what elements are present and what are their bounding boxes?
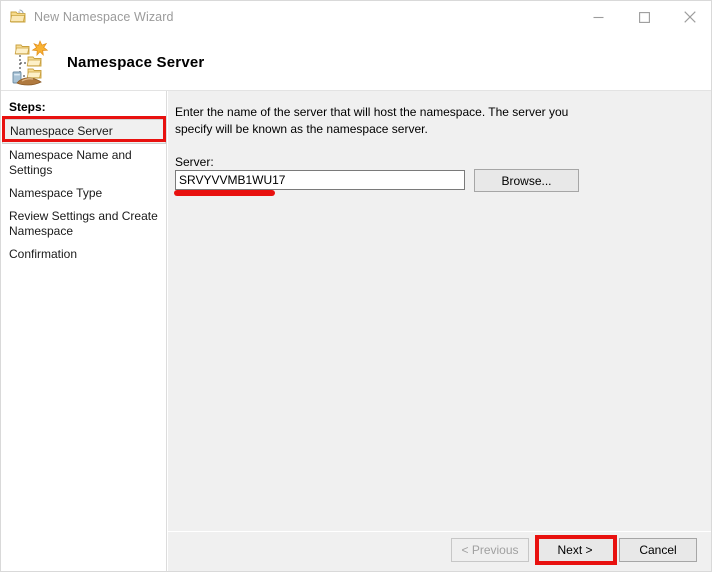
title-bar: New Namespace Wizard bbox=[1, 1, 711, 33]
namespace-folder-icon bbox=[9, 8, 27, 26]
sidebar-item-namespace-server[interactable]: Namespace Server bbox=[2, 119, 166, 144]
steps-list: Namespace Server Namespace Name and Sett… bbox=[1, 119, 167, 266]
server-input[interactable] bbox=[175, 170, 465, 190]
annotation-underline-server-field bbox=[174, 190, 275, 196]
browse-button[interactable]: Browse... bbox=[474, 169, 579, 192]
sidebar-item-confirmation[interactable]: Confirmation bbox=[1, 243, 167, 266]
description-text: Enter the name of the server that will h… bbox=[175, 105, 569, 136]
window-controls bbox=[575, 1, 711, 33]
cancel-button[interactable]: Cancel bbox=[619, 538, 697, 562]
close-icon[interactable] bbox=[667, 1, 711, 33]
wizard-header: Namespace Server bbox=[1, 33, 711, 91]
sidebar-item-namespace-name-and-settings[interactable]: Namespace Name and Settings bbox=[1, 144, 167, 182]
sidebar-item-namespace-type[interactable]: Namespace Type bbox=[1, 182, 167, 205]
page-title: Namespace Server bbox=[67, 53, 205, 71]
maximize-icon[interactable] bbox=[621, 1, 667, 33]
next-button[interactable]: Next > bbox=[536, 538, 614, 562]
server-label: Server: bbox=[175, 155, 214, 169]
minimize-icon[interactable] bbox=[575, 1, 621, 33]
dfs-namespace-icon bbox=[7, 36, 59, 88]
steps-heading: Steps: bbox=[9, 100, 46, 114]
new-namespace-wizard-window: New Namespace Wizard Namespace Server St… bbox=[0, 0, 712, 572]
window-title: New Namespace Wizard bbox=[34, 10, 174, 24]
sidebar-item-review-settings[interactable]: Review Settings and Create Namespace bbox=[1, 205, 167, 243]
previous-button[interactable]: < Previous bbox=[451, 538, 529, 562]
footer-bar: < Previous Next > Cancel bbox=[168, 532, 711, 571]
steps-panel: Steps: Namespace Server Namespace Name a… bbox=[1, 91, 167, 571]
content-panel: Enter the name of the server that will h… bbox=[168, 91, 711, 531]
